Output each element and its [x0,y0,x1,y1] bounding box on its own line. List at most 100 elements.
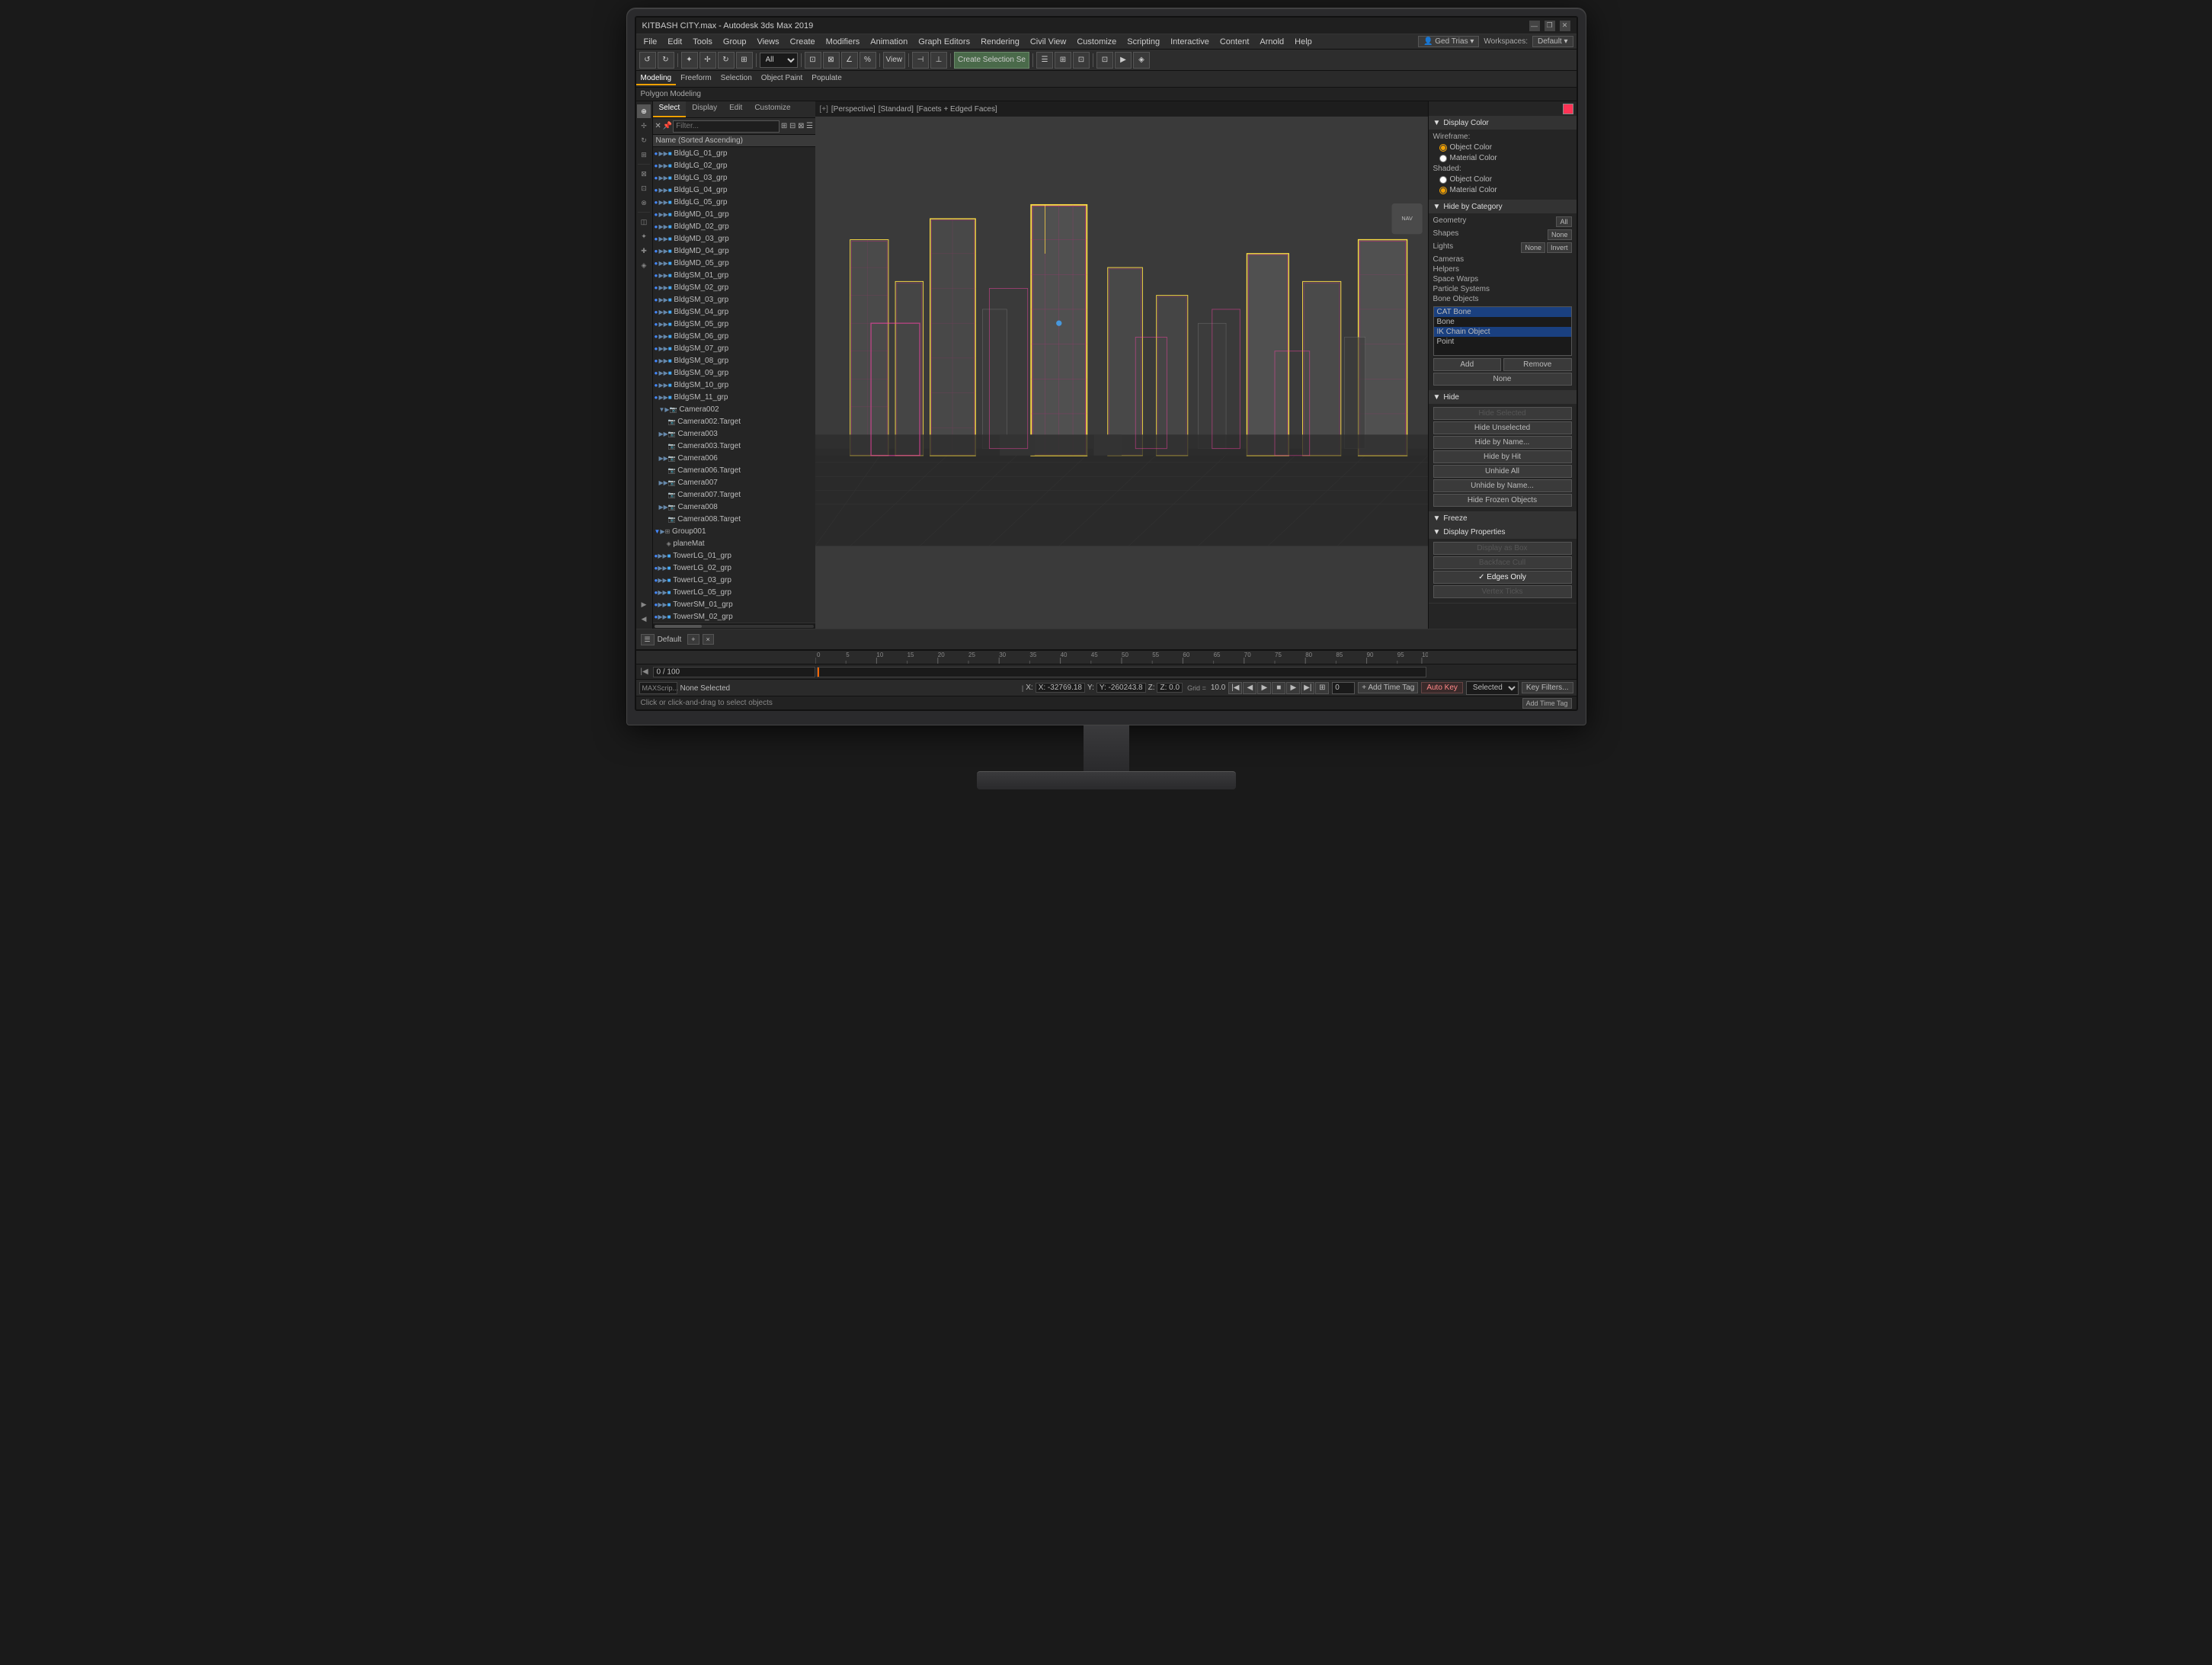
list-item[interactable]: ◈ planeMat [653,537,815,549]
exp-layout3-btn[interactable]: ⊠ [797,120,805,133]
explorer-tab-edit[interactable]: Edit [723,101,748,117]
display-color-header[interactable]: ▼ Display Color [1429,117,1577,130]
align-btn[interactable]: ⊥ [930,52,947,69]
list-item[interactable]: ●▶▶■ BldgSM_09_grp [653,367,815,379]
list-item[interactable]: ●▶▶■ BldgSM_11_grp [653,391,815,403]
add-time-tag-btn[interactable]: + Add Time Tag [1358,682,1418,693]
category-add-btn[interactable]: Add [1433,358,1502,371]
list-item[interactable]: ●▶▶■ BldgSM_01_grp [653,269,815,281]
go-start-btn[interactable]: |◀ [1228,682,1242,694]
wireframe-radio-material[interactable] [1439,155,1447,162]
freeze-header[interactable]: ▼ Freeze [1429,512,1577,525]
menu-rendering[interactable]: Rendering [976,36,1024,48]
menu-interactive[interactable]: Interactive [1166,36,1214,48]
wireframe-radio-object[interactable] [1439,144,1447,152]
tool-geometry[interactable]: ◈ [637,258,651,272]
snap2d-btn[interactable]: ⊠ [823,52,840,69]
scrollbar-bottom[interactable] [653,623,815,629]
list-item[interactable]: ●▶▶■ TowerLG_03_grp [653,574,815,586]
exp-layout1-btn[interactable]: ⊞ [780,120,788,133]
menu-modifiers[interactable]: Modifiers [821,36,865,48]
display-btn[interactable]: ⊡ [1073,52,1090,69]
menu-views[interactable]: Views [752,36,783,48]
layers-btn[interactable]: ☰ [1036,52,1053,69]
mirror-btn[interactable]: ⊣ [912,52,929,69]
layer-options-btn[interactable]: ☰ [641,634,655,645]
list-item[interactable]: 📷 Camera002.Target [653,415,815,427]
tool-bind[interactable]: ⊗ [637,196,651,210]
tool-unlink[interactable]: ⊡ [637,181,651,195]
list-item[interactable]: ●▶▶■ BldgLG_01_grp [653,147,815,159]
list-item[interactable]: ●▶▶■ BldgMD_05_grp [653,257,815,269]
list-item[interactable]: ▼▶📷 Camera002 [653,403,815,415]
close-button[interactable]: ✕ [1560,21,1570,31]
play-btn[interactable]: ▶ [1257,682,1271,694]
view-cube-btn[interactable]: View [883,52,906,69]
restore-button[interactable]: ❐ [1545,21,1555,31]
user-account-btn[interactable]: 👤 Ged Trias ▾ [1418,36,1479,47]
menu-edit[interactable]: Edit [663,36,687,48]
redo-button[interactable]: ↻ [658,52,674,69]
tool-scale[interactable]: ⊞ [637,148,651,162]
lights-none-btn[interactable]: None [1521,242,1545,253]
explorer-list[interactable]: ●▶▶■ BldgLG_01_grp ●▶▶■ BldgLG_02_grp ●▶… [653,147,815,623]
undo-button[interactable]: ↺ [639,52,656,69]
active-color-swatch[interactable] [1563,104,1573,114]
scene-explorer-btn[interactable]: ⊞ [1055,52,1071,69]
list-item[interactable]: ▼▶⊞ Group001 [653,525,815,537]
listbox-point[interactable]: Point [1434,337,1571,347]
list-item[interactable]: ●▶▶■ BldgSM_07_grp [653,342,815,354]
minimize-button[interactable]: — [1529,21,1540,31]
exp-close-btn[interactable]: ✕ [655,120,662,133]
key-filters-btn[interactable]: Key Filters... [1522,682,1573,693]
hide-unselected-btn[interactable]: Hide Unselected [1433,421,1572,434]
next-frame-btn[interactable]: ▶ [1286,682,1300,694]
explorer-filter-input[interactable] [673,120,779,133]
listbox-bone[interactable]: Bone [1434,317,1571,327]
list-item[interactable]: ●▶▶■ BldgMD_01_grp [653,208,815,220]
tool-bottom2[interactable]: ◀ [637,612,651,626]
list-item[interactable]: ●▶▶■ BldgSM_05_grp [653,318,815,330]
rotate-btn[interactable]: ↻ [718,52,735,69]
angle-snap-btn[interactable]: ∠ [841,52,858,69]
category-none2-btn[interactable]: None [1433,373,1572,386]
exp-pin-btn[interactable]: 📌 [663,120,672,133]
tool-bottom1[interactable]: ▶ [637,597,651,611]
list-item[interactable]: ●▶▶■ BldgSM_06_grp [653,330,815,342]
list-item[interactable]: ▶▶📷 Camera007 [653,476,815,488]
menu-help[interactable]: Help [1290,36,1317,48]
category-listbox[interactable]: CAT Bone Bone IK Chain Object Point [1433,306,1572,356]
menu-scripting[interactable]: Scripting [1122,36,1164,48]
menu-animation[interactable]: Animation [866,36,912,48]
add-time-tag-hint-btn[interactable]: Add Time Tag [1522,698,1572,709]
layer-remove-btn[interactable]: × [703,634,714,645]
render-btn[interactable]: ▶ [1115,52,1132,69]
tool-move[interactable]: ✢ [637,119,651,133]
timeline-scrub[interactable] [817,667,1426,677]
list-item[interactable]: ●▶▶■ TowerLG_02_grp [653,562,815,574]
invert-btn[interactable]: Invert [1547,242,1572,253]
selection-filter[interactable]: All [760,53,798,68]
tab-selection[interactable]: Selection [716,72,757,85]
menu-group[interactable]: Group [719,36,751,48]
hide-selected-btn[interactable]: Hide Selected [1433,407,1572,420]
list-item[interactable]: 📷 Camera007.Target [653,488,815,501]
material-editor-btn[interactable]: ◈ [1133,52,1150,69]
shapes-none-btn[interactable]: None [1548,229,1572,240]
list-item[interactable]: ●▶▶■ BldgMD_04_grp [653,245,815,257]
shaded-radio-object[interactable] [1439,176,1447,184]
current-frame-input[interactable] [1332,682,1355,694]
geometry-all-btn[interactable]: All [1556,216,1571,227]
workspaces-dropdown[interactable]: Default ▾ [1532,36,1573,47]
hide-header[interactable]: ▼ Hide [1429,391,1577,404]
list-item[interactable]: ●▶▶■ BldgSM_02_grp [653,281,815,293]
menu-tools[interactable]: Tools [688,36,717,48]
menu-arnold[interactable]: Arnold [1255,36,1288,48]
display-as-box-btn[interactable]: Display as Box [1433,542,1572,555]
auto-key-btn[interactable]: Auto Key [1421,682,1463,693]
menu-file[interactable]: File [639,36,662,48]
list-item[interactable]: ●▶▶■ BldgLG_04_grp [653,184,815,196]
shaded-radio-material[interactable] [1439,187,1447,194]
list-item[interactable]: ▶▶📷 Camera006 [653,452,815,464]
explorer-tab-select[interactable]: Select [653,101,687,117]
